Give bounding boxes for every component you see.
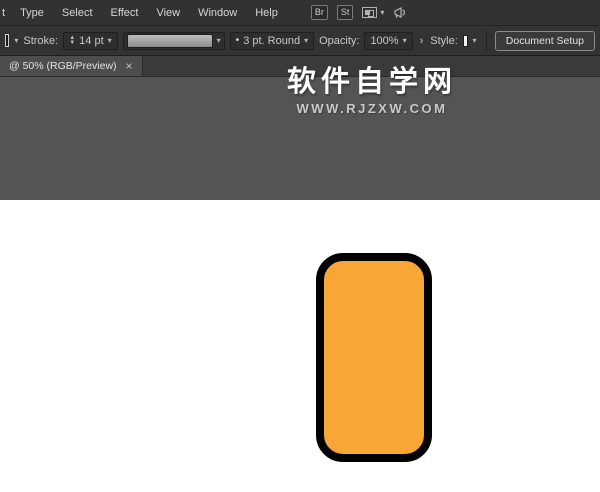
brush-definition-dropdown[interactable]: • 3 pt. Round ▾ — [230, 32, 314, 50]
brush-definition-value: 3 pt. Round — [243, 35, 300, 47]
tab-close-icon[interactable]: × — [126, 60, 133, 72]
chevron-down-icon: ▾ — [380, 9, 384, 17]
menu-toolbar-icons: Br St ▾ — [311, 5, 410, 20]
chevron-down-icon: ▾ — [304, 37, 308, 45]
opacity-value: 100% — [370, 35, 398, 47]
pasteboard[interactable] — [0, 77, 600, 200]
arrange-documents-icon[interactable]: ▾ — [362, 7, 384, 18]
bridge-icon[interactable]: Br — [311, 5, 328, 20]
style-swatch[interactable] — [463, 35, 468, 47]
chevron-down-icon: ▾ — [403, 37, 407, 45]
menu-item-window[interactable]: Window — [189, 7, 246, 19]
artboard[interactable] — [0, 200, 600, 492]
style-label: Style: — [430, 35, 458, 47]
calligraphic-brush-icon: • — [236, 35, 240, 46]
stroke-width-value: 14 pt — [79, 35, 103, 47]
stock-icon[interactable]: St — [337, 5, 354, 20]
width-profile-preview — [127, 34, 213, 48]
menu-item-clipped[interactable]: t — [0, 7, 11, 19]
document-setup-button[interactable]: Document Setup — [495, 31, 595, 51]
chevron-down-icon: ▾ — [108, 37, 112, 45]
stroke-stepper-icon[interactable]: ▲▼ — [69, 36, 75, 46]
share-icon[interactable] — [393, 6, 409, 20]
opacity-dropdown[interactable]: 100% ▾ — [364, 32, 412, 50]
document-tab[interactable]: @ 50% (RGB/Preview) × — [0, 56, 143, 76]
opacity-label: Opacity: — [319, 35, 359, 47]
stroke-label: Stroke: — [23, 35, 58, 47]
appearance-swatch[interactable] — [5, 34, 9, 47]
menu-bar: t Type Select Effect View Window Help Br… — [0, 0, 600, 26]
menu-item-type[interactable]: Type — [11, 7, 53, 19]
document-tab-bar: @ 50% (RGB/Preview) × — [0, 56, 600, 77]
menu-item-select[interactable]: Select — [53, 7, 102, 19]
more-options-icon[interactable]: › — [418, 35, 426, 47]
stroke-width-dropdown[interactable]: ▲▼ 14 pt ▾ — [63, 32, 117, 50]
menu-item-view[interactable]: View — [147, 7, 189, 19]
menu-item-help[interactable]: Help — [246, 7, 287, 19]
appearance-chevron-icon[interactable]: ▾ — [14, 37, 18, 45]
style-chevron-icon[interactable]: ▾ — [473, 37, 477, 45]
chevron-down-icon: ▾ — [217, 37, 221, 45]
rounded-rectangle-shape[interactable] — [316, 253, 432, 462]
menu-item-effect[interactable]: Effect — [102, 7, 148, 19]
illustrator-window: t Type Select Effect View Window Help Br… — [0, 0, 600, 492]
tab-label: @ 50% (RGB/Preview) — [9, 60, 117, 72]
width-profile-dropdown[interactable]: ▾ — [123, 32, 225, 50]
control-bar: ▾ Stroke: ▲▼ 14 pt ▾ ▾ • 3 pt. Round ▾ O… — [0, 26, 600, 56]
arrange-grid-glyph — [362, 7, 377, 18]
